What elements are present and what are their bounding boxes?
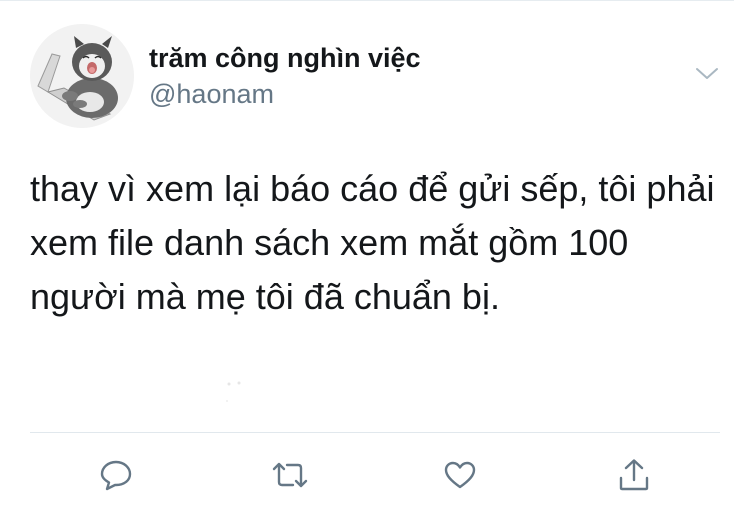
like-button[interactable] [440,455,480,495]
speech-bubble-icon [100,460,132,491]
heart-icon [444,461,476,489]
retweet-icon [272,462,308,488]
display-name[interactable]: trăm công nghìn việc [149,42,421,74]
faint-artifact [222,380,252,406]
top-divider [0,0,734,1]
avatar[interactable] [30,24,134,128]
avatar-illustration [30,24,134,128]
user-handle[interactable]: @haonam [149,78,274,110]
tweet-text: thay vì xem lại báo cáo để gửi sếp, tôi … [30,168,725,317]
chevron-down-icon[interactable] [693,62,721,84]
tweet-card: trăm công nghìn việc @haonam thay vì xem… [0,0,734,517]
share-upload-icon [619,459,649,491]
action-divider [30,432,720,433]
retweet-button[interactable] [270,455,310,495]
reply-button[interactable] [96,455,136,495]
share-button[interactable] [614,455,654,495]
